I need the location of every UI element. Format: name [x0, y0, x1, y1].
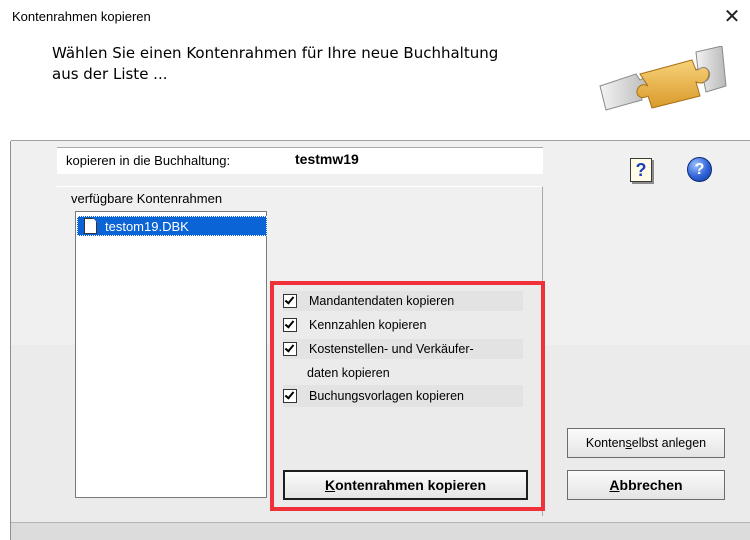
option-label: Kostenstellen- und Verkäufer-	[309, 342, 474, 356]
help-topic-icon[interactable]: ?	[630, 158, 652, 182]
option-copy-key-figures[interactable]: Kennzahlen kopieren	[283, 315, 523, 335]
target-label: kopieren in die Buchhaltung:	[66, 153, 231, 168]
document-icon	[84, 218, 97, 234]
option-label-continuation: daten kopieren	[307, 366, 390, 380]
list-item[interactable]: testom19.DBK	[77, 216, 267, 236]
mnemonic: A	[609, 477, 620, 493]
checkbox-checked-icon[interactable]	[283, 389, 297, 403]
window-title: Kontenrahmen kopieren	[12, 9, 151, 24]
help-info-icon[interactable]: ?	[687, 157, 712, 182]
cancel-button[interactable]: Abbrechen	[567, 470, 725, 500]
copy-chart-button[interactable]: Kontenrahmen kopieren	[283, 470, 528, 500]
checkbox-checked-icon[interactable]	[283, 294, 297, 308]
puzzle-piece-icon	[596, 45, 728, 114]
option-copy-cost-centers[interactable]: Kostenstellen- und Verkäufer-	[283, 339, 523, 359]
option-copy-booking-templates[interactable]: Buchungsvorlagen kopieren	[283, 385, 523, 407]
header-message-line1: Wählen Sie einen Kontenrahmen für Ihre n…	[52, 44, 499, 62]
checkbox-checked-icon[interactable]	[283, 318, 297, 332]
help-info-glyph: ?	[694, 161, 705, 178]
close-icon: ✕	[723, 4, 741, 28]
option-label: Buchungsvorlagen kopieren	[309, 389, 464, 403]
status-strip	[11, 522, 750, 540]
header-message: Wählen Sie einen Kontenrahmen für Ihre n…	[52, 43, 592, 85]
option-label: Mandantendaten kopieren	[309, 294, 455, 308]
target-value: testmw19	[295, 151, 359, 167]
create-accounts-button[interactable]: Konten s elbst anlegen	[567, 428, 725, 458]
close-button[interactable]: ✕	[714, 0, 750, 32]
list-item-label: testom19.DBK	[105, 218, 189, 234]
available-charts-label: verfügbare Kontenrahmen	[71, 191, 223, 206]
option-copy-client-data[interactable]: Mandantendaten kopieren	[283, 291, 523, 311]
mnemonic: K	[324, 477, 336, 493]
help-topic-glyph: ?	[635, 160, 647, 180]
header-message-line2: aus der Liste ...	[52, 65, 168, 83]
left-border	[10, 141, 11, 540]
charts-listbox[interactable]	[75, 211, 267, 498]
checkbox-checked-icon[interactable]	[283, 342, 297, 356]
option-label: Kennzahlen kopieren	[309, 318, 427, 332]
